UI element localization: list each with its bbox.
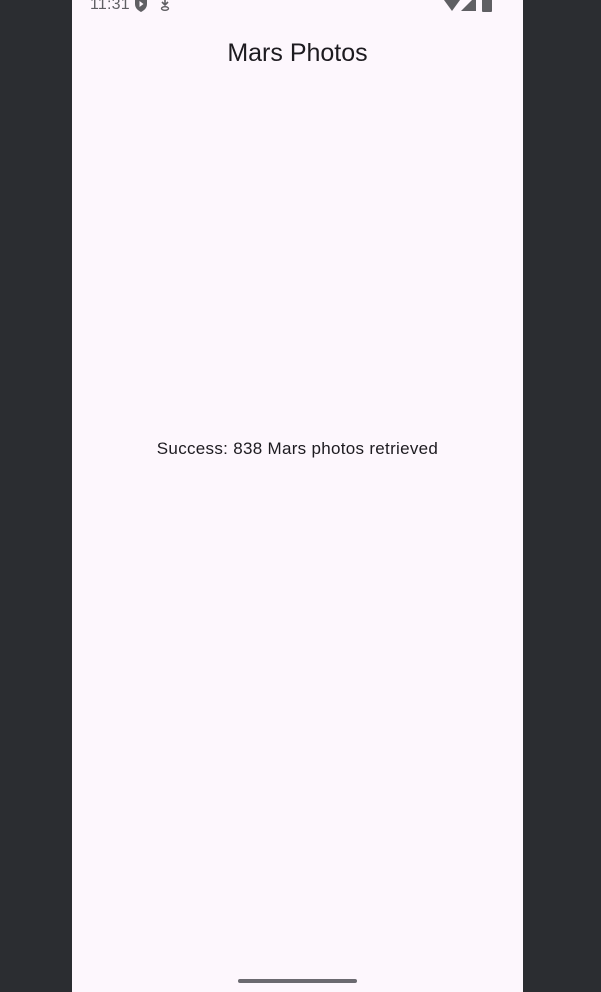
- signal-icon: [461, 0, 476, 11]
- download-icon: [160, 0, 170, 11]
- status-time: 11:31: [90, 0, 130, 13]
- wifi-icon: [444, 0, 460, 11]
- gesture-nav-handle[interactable]: [238, 979, 357, 983]
- play-protect-icon: [135, 0, 147, 12]
- main-content: [72, 78, 523, 978]
- battery-icon: [482, 0, 492, 12]
- app-title: Mars Photos: [227, 38, 368, 67]
- photo-count-status: Success: 838 Mars photos retrieved: [156, 439, 439, 458]
- status-bar: 11:31: [72, 0, 523, 16]
- phone-screen: 11:31 Mars Photos Success: 838 Mars phot…: [72, 0, 523, 992]
- top-app-bar: Mars Photos: [72, 28, 523, 78]
- emulator-frame: 11:31 Mars Photos Success: 838 Mars phot…: [0, 0, 601, 992]
